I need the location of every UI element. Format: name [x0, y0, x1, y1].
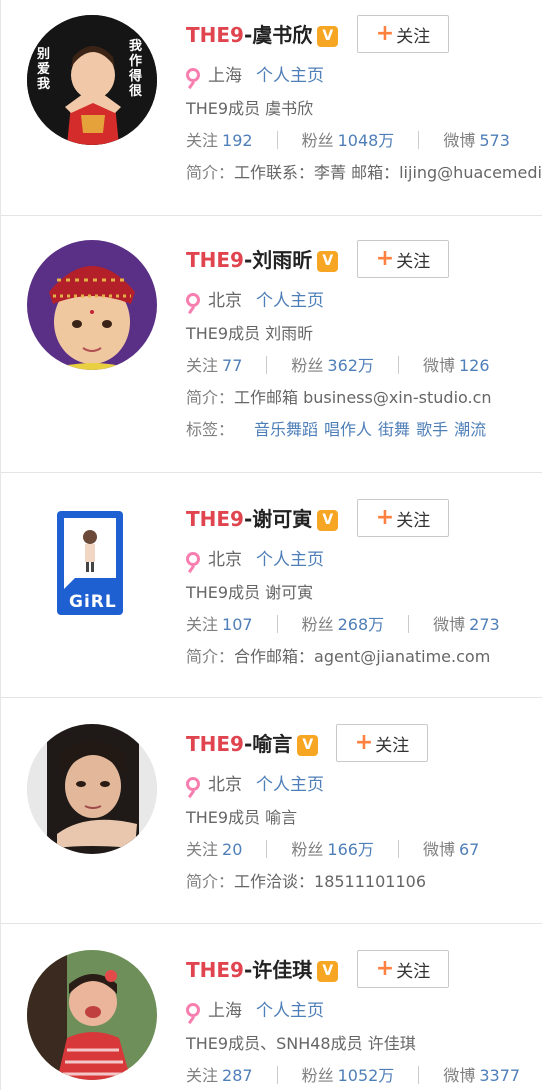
- profile-home-link[interactable]: 个人主页: [256, 291, 324, 311]
- user-name-link[interactable]: THE9-谢可寅 V: [186, 503, 339, 532]
- fans-count[interactable]: 166万: [327, 840, 374, 859]
- user-intro: 简介：工作洽谈：18511101106: [186, 872, 426, 891]
- user-description: THE9成员、SNH48成员 许佳琪: [186, 1034, 416, 1053]
- female-icon: [186, 68, 200, 82]
- avatar[interactable]: 别爱我 我作得很: [27, 15, 157, 145]
- weibo-count[interactable]: 3377: [479, 1066, 520, 1085]
- tag-link[interactable]: 街舞: [378, 420, 410, 439]
- location: 北京: [208, 291, 242, 311]
- user-stats: 关注 287 粉丝 1052万 微博 3377: [186, 1066, 521, 1085]
- follow-button[interactable]: + 关注: [357, 950, 449, 988]
- user-info: THE9-虞书欣 V + 关注 上海 个人主页 THE9成员 虞书欣 关注 192 粉丝 1…: [186, 15, 542, 182]
- plus-icon: +: [375, 246, 395, 271]
- user-description: THE9成员 谢可寅: [186, 583, 314, 602]
- avatar-logo-text: GiRL: [69, 592, 117, 612]
- tag-link[interactable]: 潮流: [454, 420, 486, 439]
- tag-link[interactable]: 音乐舞蹈: [254, 420, 318, 439]
- profile-home-link[interactable]: 个人主页: [256, 550, 324, 570]
- fans-count[interactable]: 268万: [338, 615, 385, 634]
- plus-icon: +: [375, 21, 395, 46]
- follow-button[interactable]: + 关注: [357, 499, 449, 537]
- verified-badge-icon: V: [317, 26, 339, 47]
- plus-icon: +: [375, 956, 395, 981]
- follow-button[interactable]: + 关注: [357, 15, 449, 53]
- weibo-count[interactable]: 273: [469, 615, 500, 634]
- fans-count[interactable]: 1048万: [338, 131, 395, 150]
- user-name-link[interactable]: THE9-刘雨昕 V: [186, 244, 339, 273]
- location: 上海: [208, 66, 242, 86]
- user-card: THE9-刘雨昕 V + 关注 北京 个人主页 THE9成员 刘雨昕 关注 77 粉丝 36…: [1, 216, 542, 473]
- verified-badge-icon: V: [297, 735, 319, 756]
- user-card: THE9-喻言 V + 关注 北京 个人主页 THE9成员 喻言 关注 20 粉丝 166万…: [1, 698, 542, 924]
- user-name-link[interactable]: THE9-喻言 V: [186, 728, 319, 757]
- following-count[interactable]: 287: [222, 1066, 253, 1085]
- verified-badge-icon: V: [317, 961, 339, 982]
- user-search-results: 别爱我 我作得很 THE9-虞书欣 V + 关注 上海 个人主页 THE9成员 虞书欣…: [0, 0, 542, 1090]
- avatar[interactable]: [27, 950, 157, 1080]
- user-card: 别爱我 我作得很 THE9-虞书欣 V + 关注 上海 个人主页 THE9成员 虞书欣…: [1, 0, 542, 216]
- user-card: THE9-许佳琪 V + 关注 上海 个人主页 THE9成员、SNH48成员 许佳琪 …: [1, 924, 542, 1090]
- user-description: THE9成员 虞书欣: [186, 99, 314, 118]
- verified-badge-icon: V: [317, 510, 339, 531]
- following-count[interactable]: 107: [222, 615, 253, 634]
- following-count[interactable]: 77: [222, 356, 242, 375]
- fans-count[interactable]: 1052万: [338, 1066, 395, 1085]
- user-info: THE9-许佳琪 V + 关注 上海 个人主页 THE9成员、SNH48成员 许佳琪 …: [186, 950, 542, 1085]
- follow-button[interactable]: + 关注: [357, 240, 449, 278]
- user-stats: 关注 107 粉丝 268万 微博 273: [186, 615, 500, 634]
- avatar[interactable]: [27, 240, 157, 370]
- user-stats: 关注 192 粉丝 1048万 微博 573: [186, 131, 510, 150]
- user-stats: 关注 77 粉丝 362万 微博 126: [186, 356, 490, 375]
- female-icon: [186, 1003, 200, 1017]
- avatar-caption-left: 别爱我: [37, 47, 51, 92]
- avatar[interactable]: GiRL: [27, 499, 157, 629]
- user-info: THE9-喻言 V + 关注 北京 个人主页 THE9成员 喻言 关注 20 粉丝 166万…: [186, 724, 542, 891]
- weibo-count[interactable]: 573: [479, 131, 510, 150]
- following-count[interactable]: 192: [222, 131, 253, 150]
- user-name-link[interactable]: THE9-许佳琪 V: [186, 954, 339, 983]
- profile-home-link[interactable]: 个人主页: [256, 1001, 324, 1021]
- follow-button[interactable]: + 关注: [336, 724, 428, 762]
- tag-link[interactable]: 唱作人: [324, 420, 372, 439]
- following-count[interactable]: 20: [222, 840, 242, 859]
- tag-link[interactable]: 歌手: [416, 420, 448, 439]
- female-icon: [186, 293, 200, 307]
- user-card: GiRL THE9-谢可寅 V + 关注 北京 个人主页 THE9成员 谢可寅 关注 1…: [1, 473, 542, 698]
- location: 北京: [208, 550, 242, 570]
- fans-count[interactable]: 362万: [327, 356, 374, 375]
- user-tags: 标签： 音乐舞蹈 唱作人 街舞 歌手 潮流: [186, 420, 487, 439]
- female-icon: [186, 777, 200, 791]
- user-description: THE9成员 喻言: [186, 808, 298, 827]
- plus-icon: +: [375, 505, 395, 530]
- location: 北京: [208, 775, 242, 795]
- female-icon: [186, 552, 200, 566]
- profile-home-link[interactable]: 个人主页: [256, 775, 324, 795]
- user-intro: 简介：工作联系：李菁 邮箱：lijing@huacemedia.com: [186, 163, 542, 182]
- weibo-count[interactable]: 126: [459, 356, 490, 375]
- plus-icon: +: [354, 730, 374, 755]
- user-intro: 简介：合作邮箱：agent@jianatime.com: [186, 647, 491, 666]
- user-description: THE9成员 刘雨昕: [186, 324, 314, 343]
- location: 上海: [208, 1001, 242, 1021]
- weibo-count[interactable]: 67: [459, 840, 479, 859]
- verified-badge-icon: V: [317, 251, 339, 272]
- avatar[interactable]: [27, 724, 157, 854]
- avatar-caption-right: 我作得很: [129, 39, 143, 99]
- user-name-link[interactable]: THE9-虞书欣 V: [186, 19, 339, 48]
- user-info: THE9-刘雨昕 V + 关注 北京 个人主页 THE9成员 刘雨昕 关注 77 粉丝 36…: [186, 240, 542, 439]
- user-intro: 简介：工作邮箱 business@xin-studio.cn: [186, 388, 492, 407]
- user-info: THE9-谢可寅 V + 关注 北京 个人主页 THE9成员 谢可寅 关注 107 粉丝 2…: [186, 499, 542, 666]
- profile-home-link[interactable]: 个人主页: [256, 66, 324, 86]
- user-stats: 关注 20 粉丝 166万 微博 67: [186, 840, 480, 859]
